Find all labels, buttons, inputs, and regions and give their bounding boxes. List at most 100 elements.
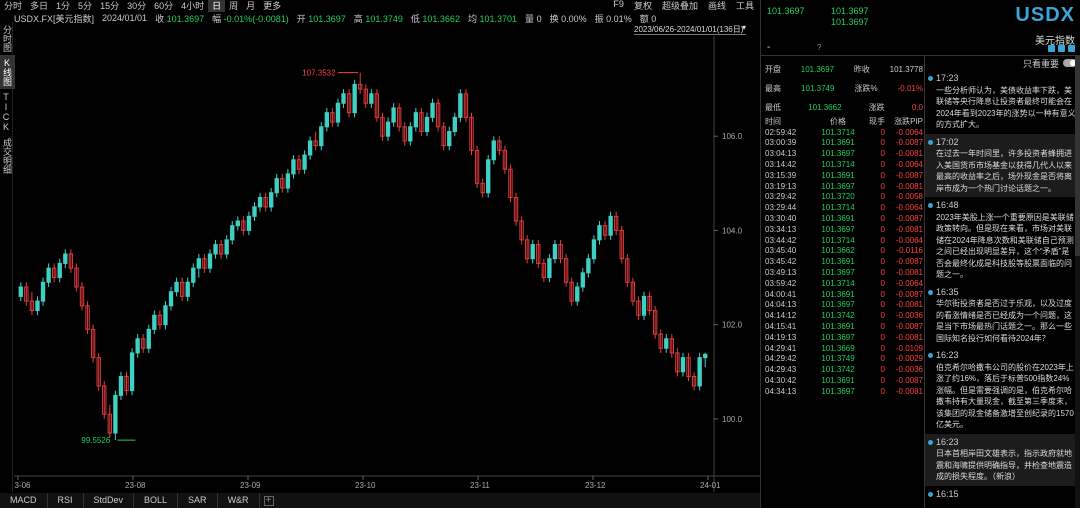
period-tab[interactable]: 分时 <box>0 0 26 12</box>
candle-body <box>530 244 535 260</box>
candle-body <box>591 239 597 260</box>
trade-price: 101.3691 <box>821 289 855 299</box>
add-indicator-icon[interactable]: + <box>263 495 274 506</box>
indicator-tab[interactable]: BOLL <box>134 493 179 508</box>
trade-time: 04:30:42 <box>765 376 797 386</box>
trade-row: 04:29:41 101.3669 0 -0.0109 <box>765 343 923 354</box>
settings-icon[interactable] <box>1068 45 1075 52</box>
period-tab[interactable]: 5分 <box>74 0 96 12</box>
indicator-tab[interactable]: MACD <box>0 493 48 508</box>
edit-icon[interactable] <box>1048 45 1055 52</box>
trade-time: 04:29:42 <box>765 354 797 364</box>
news-item[interactable]: 16:23 伯克希尔哈撒韦公司的股价在2023年上涨了约16%，落后于标普500指… <box>925 347 1080 434</box>
candle-body <box>641 295 647 316</box>
candle-body <box>63 253 68 264</box>
indicator-tab[interactable]: W&R <box>218 493 260 508</box>
candle-body <box>46 267 51 283</box>
share-icon[interactable] <box>1058 45 1065 52</box>
left-tab[interactable]: 成交明细 <box>0 135 15 177</box>
trade-change: -0.0064 <box>895 235 923 245</box>
news-time: 17:02 <box>936 136 959 147</box>
candle-body <box>191 267 196 283</box>
indicator-tab[interactable]: SAR <box>178 493 218 508</box>
trade-change: -0.0116 <box>896 246 923 256</box>
news-item[interactable]: 17:02 在过去一年时间里，许多投资者蜂拥进入美国货币市场基金以获得几代人以来最… <box>925 133 1080 197</box>
stat-value: -0.01% <box>897 84 923 93</box>
timeline-dot-icon <box>928 353 933 358</box>
trade-qty: 0 <box>880 311 885 321</box>
toolbar-item[interactable]: 工具 <box>736 0 754 12</box>
candle-body <box>408 126 413 142</box>
trade-row: 04:30:42 101.3691 0 -0.0087 <box>765 375 923 386</box>
period-tab[interactable]: 月 <box>242 0 259 12</box>
period-tab[interactable]: 多日 <box>26 0 52 12</box>
x-tick-label: 23-06 <box>14 481 31 490</box>
trade-row: 02:59:42 101.3714 0 -0.0064 <box>765 127 923 138</box>
trade-time: 03:19:13 <box>765 181 797 191</box>
news-item[interactable]: 16:23 日本首相岸田文雄表示，指示政府就地震和海啸提供明确指导，并检查地震造成… <box>925 433 1080 486</box>
amp-value: 0.01% <box>606 13 632 24</box>
scroll-thumb[interactable] <box>1075 56 1080 256</box>
period-tab[interactable]: 1分 <box>52 0 74 12</box>
left-tab[interactable]: K线图 <box>0 55 15 89</box>
trade-change: -0.0109 <box>895 343 923 353</box>
news-text: 2023年美股上涨一个重要原因是美联储政策转向。但是现在来看，市场对美联储在20… <box>936 212 1074 280</box>
chevron-down-icon: ▾ <box>741 23 746 32</box>
candle-body <box>307 140 313 156</box>
trade-qty: 0 <box>880 149 885 159</box>
trade-time: 04:19:13 <box>765 332 797 342</box>
trade-price: 101.3720 <box>821 192 855 202</box>
candle-body <box>274 178 279 194</box>
period-tab[interactable]: 更多 <box>259 0 285 12</box>
trade-qty: 0 <box>880 289 885 299</box>
trade-price: 101.3697 <box>821 386 855 396</box>
news-scrollbar[interactable] <box>1075 56 1080 508</box>
y-tick-label: 106.0 <box>722 132 743 141</box>
candle-body <box>168 291 174 307</box>
left-tab[interactable]: 分时图 <box>0 22 15 55</box>
left-tab[interactable]: TICK <box>0 89 12 135</box>
trade-rows: 02:59:42 101.3714 0 -0.0064 03:00:39 101.3691… <box>765 127 923 397</box>
candlestick-chart[interactable]: 100.0 102.0 104.0 106.0 23-06 23-08 23-09 23-10… <box>14 36 760 492</box>
period-tab[interactable]: 4小时 <box>177 0 208 12</box>
toolbar-item[interactable]: 画线 <box>708 0 726 12</box>
period-tab[interactable]: 周 <box>225 0 242 12</box>
toolbar-item[interactable]: 超级叠加 <box>662 0 698 12</box>
dash-label: - <box>767 42 771 53</box>
close-label: 收 <box>155 13 165 24</box>
toolbar-item[interactable]: F9 <box>613 0 624 12</box>
period-tab[interactable]: 日 <box>208 0 226 12</box>
indicator-tab[interactable]: StdDev <box>84 493 135 508</box>
period-toolbar: 分时 多日 1分 5分 15分 30分 60分 4小时日周月更多 F9 复权 超级叠加 画线 工具 <box>0 0 760 12</box>
toolbar-item[interactable]: 复权 <box>634 0 652 12</box>
trade-price: 101.3714 <box>821 278 855 288</box>
trade-time: 03:44:42 <box>765 235 797 245</box>
date-range-selector[interactable]: 2023/06/26-2024/01/01(136日) ▾ <box>634 23 746 35</box>
period-tab[interactable]: 60分 <box>150 0 177 12</box>
candle-body <box>385 121 391 137</box>
period-tab[interactable]: 15分 <box>96 0 123 12</box>
ask-price: 101.3697 <box>831 17 869 27</box>
candle-body <box>424 116 430 133</box>
trade-price: 101.3669 <box>821 343 855 353</box>
change-value: -0.01%(-0.0081) <box>223 13 289 24</box>
news-item[interactable]: 17:23 一些分析师认为，美债收益率下跌，美联储等央行降息让投资者最终可能会在2… <box>925 70 1080 134</box>
news-item[interactable]: 16:35 华尔街投资者是否过于乐观，以及过度的看涨情绪是否已经成为一个问题，这是… <box>925 284 1080 348</box>
trade-change: -0.0081 <box>895 386 923 396</box>
candle-body <box>552 244 558 260</box>
trade-qty: 0 <box>880 160 885 170</box>
trade-change: -0.0081 <box>895 224 923 234</box>
news-item[interactable]: 16:15 <box>925 486 1080 504</box>
turnover-value: 0.00% <box>561 13 587 24</box>
indicator-tab[interactable]: RSI <box>48 493 84 508</box>
help-icon[interactable]: ? <box>817 43 821 52</box>
news-item[interactable]: 16:48 2023年美股上涨一个重要原因是美联储政策转向。但是现在来看，市场对美… <box>925 197 1080 284</box>
trade-time: 03:29:44 <box>765 203 797 213</box>
candle-body <box>257 196 263 208</box>
news-feed[interactable]: 只看重要 17:23 一些分析师认为，美债收益率下跌，美联储等央行降息让投资者最终… <box>924 56 1080 508</box>
trade-row: 04:34:13 101.3697 0 -0.0081 <box>765 386 923 397</box>
trade-col-header: 时间 <box>765 116 781 126</box>
period-tab[interactable]: 30分 <box>123 0 150 12</box>
trade-price: 101.3749 <box>821 354 855 364</box>
trade-price: 101.3691 <box>821 214 855 224</box>
